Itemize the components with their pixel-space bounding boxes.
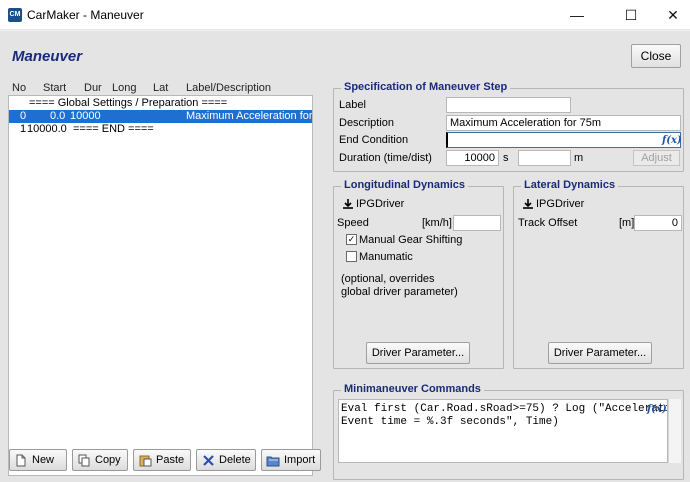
paste-icon — [138, 453, 152, 467]
col-lat: Lat — [153, 82, 169, 94]
col-start: Start — [43, 82, 67, 94]
adjust-button[interactable]: Adjust — [633, 150, 680, 166]
row-no: 1 — [20, 123, 27, 135]
maneuver-list[interactable]: ==== Global Settings / Preparation ==== … — [8, 95, 313, 476]
window-close-button[interactable]: ✕ — [650, 0, 690, 30]
document-new-icon — [14, 453, 28, 467]
speed-label: Speed — [337, 217, 369, 229]
download-arrow-icon[interactable] — [342, 198, 354, 210]
import-folder-icon — [266, 453, 280, 467]
row-no: 0 — [20, 110, 27, 122]
title-bar: CM CarMaker - Maneuver — ☐ ✕ — [0, 0, 690, 30]
manumatic-checkbox[interactable] — [346, 251, 357, 262]
col-dur: Dur — [84, 82, 102, 94]
minimaneuver-commands-textarea[interactable]: Eval first (Car.Road.sRoad>=75) ? Log ("… — [338, 399, 668, 463]
row-start: 10000.0 — [27, 123, 67, 135]
lateral-driver-label: IPGDriver — [536, 198, 585, 210]
end-condition-label: End Condition — [339, 134, 409, 146]
delete-button[interactable]: Delete — [196, 449, 256, 471]
manual-gear-checkbox[interactable]: ✓ — [346, 234, 357, 245]
distance-field[interactable] — [518, 150, 571, 166]
minimaneuver-group-title: Minimaneuver Commands — [341, 383, 484, 395]
end-condition-field[interactable] — [446, 132, 681, 148]
note-line-2: global driver parameter) — [341, 286, 458, 298]
maneuver-window: Maneuver Close No Start Dur Long Lat Lab… — [0, 31, 690, 482]
new-label: New — [32, 454, 55, 466]
row-desc: Maximum Acceleration for — [186, 110, 313, 122]
row-text: ==== END ==== — [73, 123, 154, 135]
minimaneuver-fx-icon[interactable]: f(x) — [647, 404, 667, 415]
col-label: Label/Description — [186, 82, 271, 94]
maximize-button[interactable]: ☐ — [608, 0, 654, 30]
longitudinal-driver-parameter-button[interactable]: Driver Parameter... — [366, 342, 470, 364]
speed-unit: [km/h] — [422, 217, 452, 229]
duration-label: Duration (time/dist) — [339, 152, 432, 164]
speed-field[interactable] — [453, 215, 501, 231]
page-title: Maneuver — [12, 48, 83, 65]
description-label: Description — [339, 117, 395, 129]
command-line-2: Event time = %.3f seconds", Time) — [341, 416, 559, 428]
paste-button[interactable]: Paste — [133, 449, 191, 471]
note-line-1: (optional, overrides — [341, 273, 435, 285]
longitudinal-group-title: Longitudinal Dynamics — [341, 179, 469, 191]
import-button[interactable]: Import — [261, 449, 321, 471]
spec-group-title: Specification of Maneuver Step — [341, 81, 511, 93]
copy-label: Copy — [95, 454, 121, 466]
import-label: Import — [284, 454, 316, 466]
list-item-selected[interactable]: 0 0.0 10000 Maximum Acceleration for — [9, 110, 312, 123]
distance-unit: m — [574, 152, 584, 164]
row-dur: 10000 — [70, 110, 101, 122]
label-label: Label — [339, 99, 366, 111]
list-item[interactable]: ==== Global Settings / Preparation ==== — [9, 97, 312, 110]
delete-x-icon — [201, 453, 215, 467]
list-item[interactable]: 1 10000.0 ==== END ==== — [9, 123, 312, 136]
command-line-1: Eval first (Car.Road.sRoad>=75) ? Log ("… — [341, 403, 668, 415]
track-offset-unit: [m] — [619, 217, 635, 229]
description-field[interactable]: Maximum Acceleration for 75m — [446, 115, 681, 131]
manumatic-label: Manumatic — [359, 251, 413, 263]
label-field[interactable] — [446, 97, 571, 113]
manual-gear-label: Manual Gear Shifting — [359, 234, 463, 246]
row-start: 0.0 — [50, 110, 66, 122]
col-long: Long — [112, 82, 137, 94]
paste-label: Paste — [156, 454, 185, 466]
close-button[interactable]: Close — [631, 44, 681, 68]
list-column-headers: No Start Dur Long Lat Label/Description — [0, 82, 330, 96]
window-title: CarMaker - Maneuver — [27, 8, 144, 22]
delete-label: Delete — [219, 454, 251, 466]
track-offset-field[interactable]: 0 — [634, 215, 682, 231]
duration-unit: s — [503, 152, 509, 164]
minimaneuver-scrollbar[interactable] — [668, 399, 681, 463]
col-no: No — [12, 82, 27, 94]
longitudinal-driver-label: IPGDriver — [356, 198, 405, 210]
formula-fx-icon[interactable]: f(x) — [662, 135, 682, 146]
copy-button[interactable]: Copy — [72, 449, 128, 471]
duration-field[interactable]: 10000 — [446, 150, 499, 166]
download-arrow-icon[interactable] — [522, 198, 534, 210]
new-button[interactable]: New — [9, 449, 67, 471]
row-text: ==== Global Settings / Preparation ==== — [29, 97, 228, 109]
lateral-driver-parameter-button[interactable]: Driver Parameter... — [548, 342, 652, 364]
lateral-group-title: Lateral Dynamics — [521, 179, 619, 191]
carmaker-app-icon: CM — [8, 8, 22, 22]
copy-icon — [77, 453, 91, 467]
minimize-button[interactable]: — — [554, 0, 600, 30]
track-offset-label: Track Offset — [518, 217, 578, 229]
